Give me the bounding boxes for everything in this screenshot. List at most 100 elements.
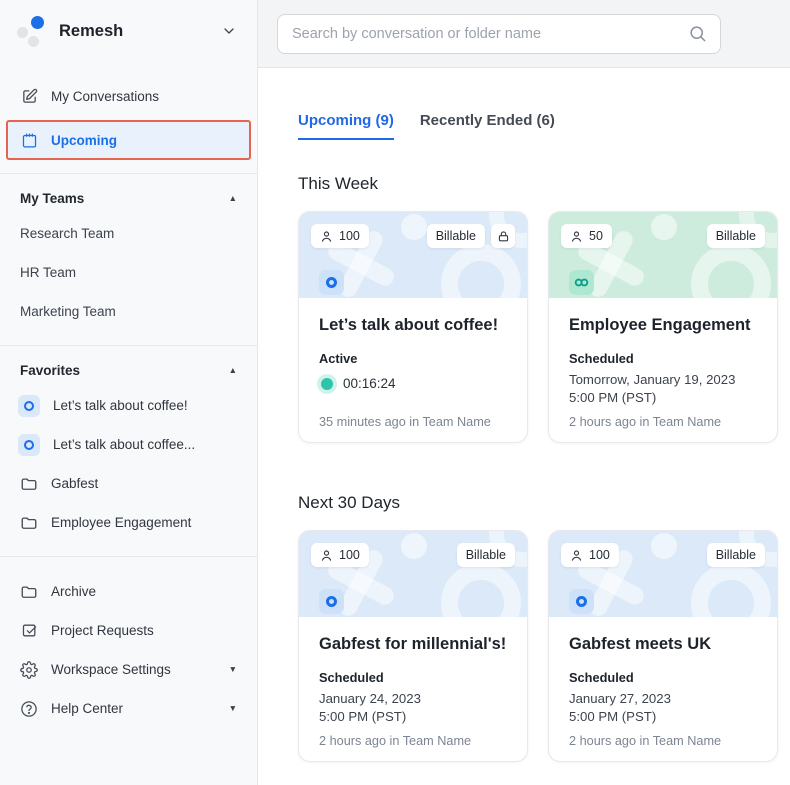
card-status: Scheduled — [569, 351, 634, 366]
participants-count: 100 — [589, 548, 610, 562]
card-title: Employee Engagement — [569, 316, 751, 334]
person-icon — [570, 549, 583, 562]
conversation-card-gabfest-millennials[interactable]: 100 Billable Gabfest for millennial's! S… — [298, 530, 528, 762]
favorite-label: Employee Engagement — [51, 515, 192, 530]
collapse-up-icon[interactable]: ▲ — [229, 366, 237, 375]
folder-icon — [20, 514, 38, 532]
help-icon — [20, 700, 38, 718]
sidebar-item-label: My Conversations — [51, 89, 160, 104]
favorite-item-coffee-2[interactable]: Let’s talk about coffee... — [0, 425, 257, 464]
billable-badge: Billable — [426, 224, 485, 248]
conversation-icon — [18, 394, 40, 417]
card-title: Gabfest meets UK — [569, 635, 712, 653]
person-icon — [570, 230, 583, 243]
team-label: Marketing Team — [20, 304, 116, 319]
favorite-item-gabfest[interactable]: Gabfest — [0, 464, 257, 503]
sidebar-item-upcoming[interactable]: Upcoming — [8, 122, 249, 158]
conversation-type-icon — [569, 589, 594, 614]
search-input[interactable] — [292, 25, 688, 42]
card-banner: 100 Billable — [299, 212, 527, 298]
section-next-30-days: Next 30 Days 100 Billable Gabfest for mi… — [298, 493, 778, 762]
favorites-header[interactable]: Favorites ▲ — [0, 346, 257, 386]
search-icon[interactable] — [688, 24, 707, 43]
section-heading: Next 30 Days — [298, 493, 401, 512]
billable-badge: Billable — [706, 543, 765, 567]
section-heading: This Week — [298, 174, 378, 193]
billable-badge: Billable — [456, 543, 515, 567]
tab-upcoming[interactable]: Upcoming (9) — [298, 112, 394, 140]
collapse-up-icon[interactable]: ▲ — [229, 194, 237, 203]
card-time: 5:00 PM (PST) — [569, 708, 657, 724]
conversation-card-employee-engagement[interactable]: 50 Billable Employee Engagement Schedule… — [548, 211, 778, 443]
card-date: January 27, 2023 — [569, 691, 671, 706]
conversation-icon — [18, 433, 40, 456]
conversation-type-icon — [319, 270, 344, 295]
expand-down-icon[interactable]: ▼ — [229, 665, 237, 674]
card-time: 5:00 PM (PST) — [319, 708, 407, 724]
sidebar-item-hr-team[interactable]: HR Team — [0, 253, 257, 292]
my-teams-header[interactable]: My Teams ▲ — [0, 174, 257, 214]
participants-count: 100 — [339, 229, 360, 243]
infinity-icon — [569, 270, 594, 295]
live-timer: 00:16:24 — [319, 376, 507, 391]
participants-badge: 50 — [561, 224, 612, 248]
search-bar-region — [258, 0, 790, 68]
conversation-card-coffee[interactable]: 100 Billable Let’s talk about coffee! Ac… — [298, 211, 528, 443]
chevron-down-icon[interactable] — [221, 23, 237, 39]
person-icon — [320, 549, 333, 562]
sidebar-item-my-conversations[interactable]: My Conversations — [0, 77, 257, 116]
annotation-highlight-box: Upcoming — [6, 120, 251, 160]
favorite-label: Let’s talk about coffee! — [53, 398, 188, 413]
workspace-header[interactable]: Remesh — [0, 0, 257, 59]
card-banner: 50 Billable — [549, 212, 777, 298]
remesh-logo-icon — [14, 13, 50, 49]
lock-icon — [491, 224, 515, 248]
sidebar-item-project-requests[interactable]: Project Requests — [0, 611, 257, 650]
participants-count: 100 — [339, 548, 360, 562]
team-label: HR Team — [20, 265, 77, 280]
conversation-type-icon — [319, 589, 344, 614]
sidebar-item-archive[interactable]: Archive — [0, 572, 257, 611]
live-dot-icon — [321, 377, 333, 390]
card-title: Gabfest for millennial's! — [319, 635, 507, 653]
sidebar: Remesh My Conversations Upcoming My Team… — [0, 0, 258, 785]
my-teams-label: My Teams — [20, 191, 85, 206]
compose-icon — [20, 88, 38, 106]
document-check-icon — [20, 622, 38, 640]
main-panel: Upcoming (9) Recently Ended (6) This Wee… — [258, 0, 790, 785]
person-icon — [320, 230, 333, 243]
sidebar-item-help-center[interactable]: Help Center ▼ — [0, 689, 257, 728]
card-footer: 35 minutes ago in Team Name — [319, 415, 491, 429]
card-date: Tomorrow, January 19, 2023 — [569, 372, 736, 387]
billable-badge: Billable — [706, 224, 765, 248]
card-banner: 100 Billable — [549, 531, 777, 617]
expand-down-icon[interactable]: ▼ — [229, 704, 237, 713]
tab-recently-ended[interactable]: Recently Ended (6) — [420, 112, 555, 140]
sidebar-item-label: Workspace Settings — [51, 662, 171, 677]
card-status: Active — [319, 351, 358, 366]
sidebar-item-research-team[interactable]: Research Team — [0, 214, 257, 253]
card-status: Scheduled — [319, 670, 384, 685]
tab-bar: Upcoming (9) Recently Ended (6) — [298, 112, 778, 140]
gear-icon — [20, 660, 38, 679]
content-area: Upcoming (9) Recently Ended (6) This Wee… — [258, 68, 790, 785]
calendar-icon — [20, 131, 38, 149]
team-label: Research Team — [20, 226, 115, 241]
favorite-item-employee-engagement[interactable]: Employee Engagement — [0, 503, 257, 542]
sidebar-item-workspace-settings[interactable]: Workspace Settings ▼ — [0, 650, 257, 689]
participants-badge: 100 — [311, 224, 369, 248]
favorite-item-coffee-1[interactable]: Let’s talk about coffee! — [0, 386, 257, 425]
favorites-label: Favorites — [20, 363, 81, 378]
card-title: Let’s talk about coffee! — [319, 316, 499, 334]
favorite-label: Gabfest — [51, 476, 99, 491]
sidebar-item-label: Project Requests — [51, 623, 154, 638]
archive-folder-icon — [20, 583, 38, 601]
sidebar-item-label: Upcoming — [51, 132, 117, 148]
search-box[interactable] — [277, 13, 721, 54]
sidebar-item-marketing-team[interactable]: Marketing Team — [0, 292, 257, 331]
section-this-week: This Week 100 Billable Let’s talk about … — [298, 174, 778, 443]
conversation-card-gabfest-uk[interactable]: 100 Billable Gabfest meets UK Scheduled … — [548, 530, 778, 762]
workspace-name: Remesh — [59, 21, 124, 40]
sidebar-item-label: Help Center — [51, 701, 124, 716]
card-footer: 2 hours ago in Team Name — [569, 734, 722, 748]
